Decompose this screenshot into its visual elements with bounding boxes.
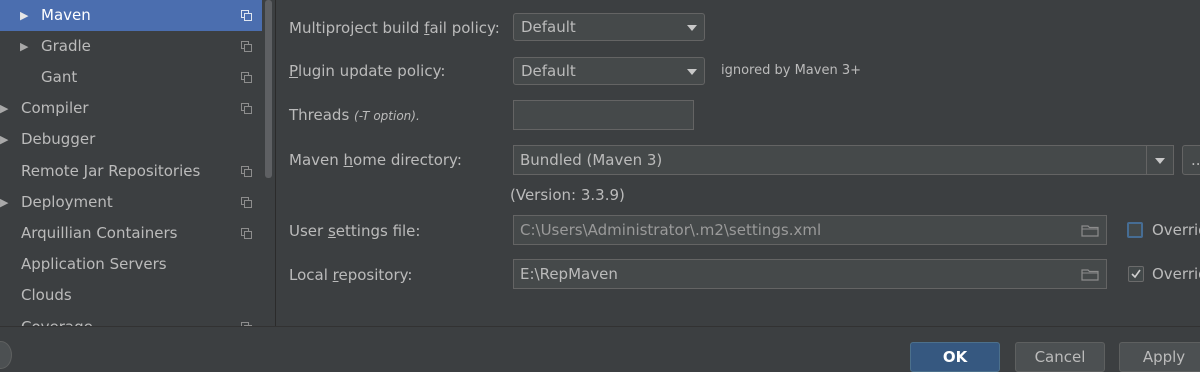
sidebar-scrollbar[interactable] [262, 0, 275, 326]
settings-tree: ▶ Maven ▶ Gradle Gant ▶ Compiler ▶ Debugger Remot… [0, 0, 262, 326]
folder-icon[interactable] [1081, 268, 1099, 281]
sidebar-scrollbar-thumb[interactable] [265, 0, 272, 178]
triangle-right-icon[interactable]: ▶ [0, 93, 8, 124]
user-settings-value: C:\Users\Administrator\.m2\settings.xml [520, 221, 822, 239]
cancel-button[interactable]: Cancel [1015, 342, 1105, 372]
apply-button[interactable]: Apply [1119, 342, 1200, 372]
plugin-policy-label: Plugin update policy: [289, 62, 446, 80]
user-settings-override-checkbox[interactable] [1127, 222, 1143, 238]
sidebar-item-label: Arquillian Containers [21, 223, 178, 242]
sidebar-item-gradle[interactable]: ▶ Gradle [0, 31, 262, 62]
sidebar-item-compiler[interactable]: ▶ Compiler [0, 93, 262, 124]
copy-icon [241, 9, 252, 21]
chevron-down-icon [1155, 158, 1165, 164]
local-repo-override-label: Override [1152, 265, 1200, 283]
sidebar-item-coverage[interactable]: Coverage [0, 312, 262, 327]
triangle-right-icon[interactable]: ▶ [0, 187, 8, 218]
user-settings-input[interactable]: C:\Users\Administrator\.m2\settings.xml [513, 215, 1107, 245]
sidebar-item-label: Compiler [21, 99, 89, 118]
sidebar-item-label: Maven [41, 5, 91, 24]
copy-icon [241, 196, 252, 208]
sidebar-item-label: Remote Jar Repositories [21, 161, 201, 180]
help-icon[interactable] [0, 341, 12, 369]
local-repo-value: E:\RepMaven [520, 265, 618, 283]
sidebar-item-debugger[interactable]: ▶ Debugger [0, 124, 262, 155]
fail-policy-select[interactable]: Default [513, 13, 705, 41]
sidebar-item-label: Application Servers [21, 255, 167, 274]
maven-version-label: (Version: 3.3.9) [510, 186, 625, 204]
dialog-footer: OK Cancel Apply [0, 326, 1200, 372]
triangle-right-icon[interactable]: ▶ [20, 31, 28, 62]
maven-home-combo[interactable]: Bundled (Maven 3) [513, 145, 1147, 175]
copy-icon [241, 227, 252, 239]
maven-settings-panel: Multiproject build fail policy: Default … [276, 0, 1200, 326]
copy-icon [241, 103, 252, 115]
sidebar-item-gant[interactable]: Gant [0, 62, 262, 93]
chevron-down-icon [687, 25, 697, 31]
sidebar-item-label: Gradle [41, 36, 91, 55]
ellipsis-label: ... [1191, 151, 1200, 169]
local-repo-input[interactable]: E:\RepMaven [513, 259, 1107, 289]
ok-button[interactable]: OK [910, 342, 1000, 372]
user-settings-label: User settings file: [289, 222, 421, 240]
sidebar-item-label: Debugger [21, 130, 96, 149]
sidebar-item-clouds[interactable]: Clouds [0, 280, 262, 311]
maven-home-label: Maven home directory: [289, 151, 462, 169]
sidebar-item-label: Gant [41, 67, 78, 86]
fail-policy-value: Default [521, 18, 576, 36]
maven-home-dropdown-button[interactable] [1146, 145, 1174, 175]
copy-icon [241, 40, 252, 52]
sidebar-item-maven[interactable]: ▶ Maven [0, 0, 262, 31]
plugin-policy-value: Default [521, 62, 576, 80]
folder-icon[interactable] [1081, 224, 1099, 237]
copy-icon [241, 71, 252, 83]
sidebar-item-application-servers[interactable]: Application Servers [0, 249, 262, 280]
user-settings-override-label: Override [1152, 221, 1200, 239]
sidebar-item-label: Clouds [21, 286, 72, 305]
sidebar-item-arquillian-containers[interactable]: Arquillian Containers [0, 218, 262, 249]
local-repo-override-checkbox[interactable] [1128, 266, 1144, 282]
fail-policy-label: Multiproject build fail policy: [289, 19, 500, 37]
sidebar-item-deployment[interactable]: ▶ Deployment [0, 187, 262, 218]
copy-icon [241, 165, 252, 177]
threads-input[interactable] [513, 100, 694, 130]
maven-home-browse-button[interactable]: ... [1182, 145, 1200, 175]
triangle-right-icon[interactable]: ▶ [20, 0, 28, 31]
threads-label: Threads (-T option). [289, 106, 420, 124]
chevron-down-icon [687, 69, 697, 75]
checkmark-icon [1131, 269, 1141, 279]
sidebar-item-remote-jar-repositories[interactable]: Remote Jar Repositories [0, 156, 262, 187]
plugin-policy-hint: ignored by Maven 3+ [721, 63, 861, 78]
triangle-right-icon[interactable]: ▶ [0, 124, 8, 155]
plugin-policy-select[interactable]: Default [513, 57, 705, 85]
threads-label-hint: (-T option). [354, 109, 420, 123]
local-repo-label: Local repository: [289, 266, 413, 284]
sidebar-item-label: Deployment [21, 192, 113, 211]
sidebar-item-label: Coverage [21, 312, 93, 327]
